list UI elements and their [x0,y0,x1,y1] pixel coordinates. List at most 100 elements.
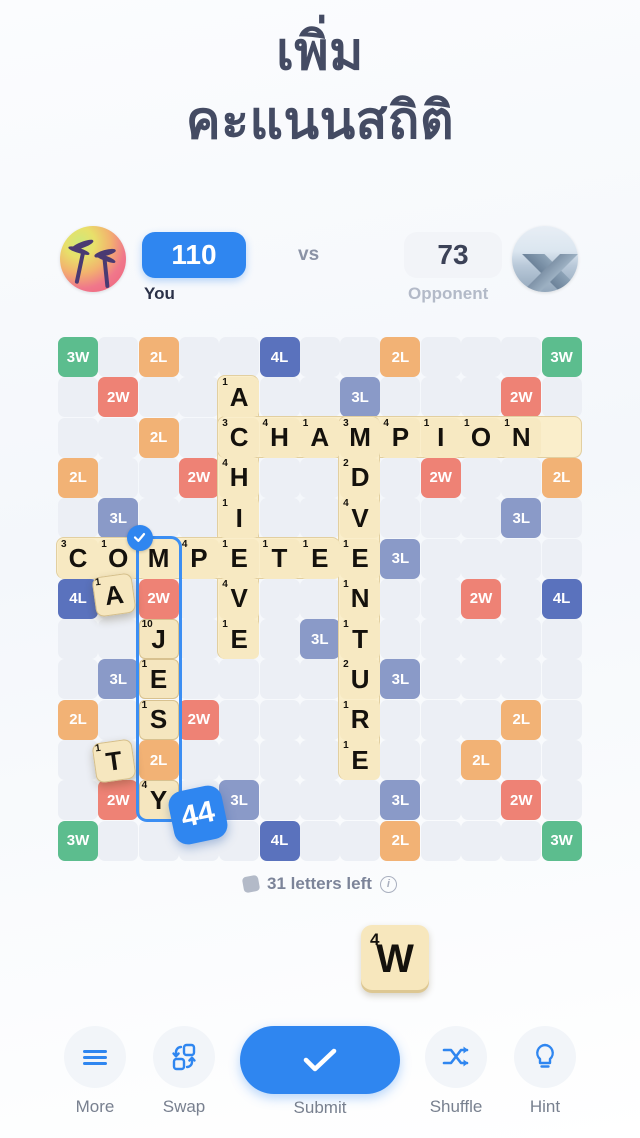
board-tile[interactable]: 1I [420,417,461,458]
bonus-cell-3l[interactable]: 3L [380,780,421,821]
shuffle-button-circle[interactable] [425,1026,487,1088]
board-cell[interactable] [461,780,501,821]
board-cell[interactable] [420,699,461,740]
bonus-cell-2w[interactable]: 2W [178,457,219,498]
board-tile[interactable]: 4P [178,538,219,579]
board-cell[interactable] [178,337,219,377]
bonus-cell-2l[interactable]: 2L [138,337,179,377]
info-icon[interactable]: i [379,875,397,893]
more-button[interactable]: More [56,1026,134,1117]
board-cell[interactable] [541,377,582,418]
board-cell[interactable] [259,619,300,660]
selection-confirm-icon[interactable] [126,524,153,551]
board-cell[interactable] [501,337,542,377]
board-cell[interactable] [501,740,542,780]
board-cell[interactable] [541,780,582,821]
bonus-cell-2l[interactable]: 2L [138,740,179,780]
board-cell[interactable] [541,619,582,660]
board-cell[interactable] [259,699,300,740]
board-cell[interactable] [420,337,461,377]
board-cell[interactable] [380,699,421,740]
board-tile[interactable]: 1A [299,417,340,458]
tile-rack[interactable]: 4W [0,925,640,997]
swap-button-circle[interactable] [153,1026,215,1088]
board-cell[interactable] [340,780,381,821]
board-cell[interactable] [178,417,219,458]
board-cell[interactable] [299,578,340,619]
bonus-cell-3l[interactable]: 3L [340,377,381,418]
board-cell[interactable] [259,740,300,780]
bonus-cell-3w[interactable]: 3W [58,820,98,861]
board-tile[interactable]: 4V [219,578,260,619]
bonus-cell-4l[interactable]: 4L [541,578,582,619]
board-tile[interactable]: 4P [380,417,421,458]
board-cell[interactable] [541,659,582,700]
board-tile[interactable]: 3M [340,417,381,458]
board-cell[interactable] [340,337,381,377]
board-cell[interactable] [58,780,98,821]
board-cell[interactable] [541,538,582,579]
board-cell[interactable] [461,820,501,861]
board-tile[interactable]: 1E [299,538,340,579]
board-cell[interactable] [541,699,582,740]
board-tile[interactable]: 1T [340,619,381,660]
hint-button-circle[interactable] [514,1026,576,1088]
bonus-cell-2w[interactable]: 2W [178,699,219,740]
bonus-cell-4l[interactable]: 4L [259,820,300,861]
board-cell[interactable] [98,337,139,377]
board-cell[interactable] [501,578,542,619]
board-tile[interactable]: 3C [219,417,260,458]
dragged-tile[interactable]: 1A [91,572,137,618]
board-cell[interactable] [219,699,260,740]
board-cell[interactable] [98,820,139,861]
more-button-circle[interactable] [64,1026,126,1088]
board-tile[interactable]: 4H [259,417,300,458]
board-cell[interactable] [380,457,421,498]
board-tile[interactable]: 1R [340,699,381,740]
placed-tile[interactable]: 10 J [138,619,179,660]
bonus-cell-2w[interactable]: 2W [501,377,542,418]
board-cell[interactable] [299,780,340,821]
board-tile[interactable]: 1I [219,498,260,539]
board-cell[interactable] [501,457,542,498]
bonus-cell-3l[interactable]: 3L [299,619,340,660]
submit-button[interactable] [240,1026,400,1094]
board-cell[interactable] [58,498,98,539]
bonus-cell-2w[interactable]: 2W [461,578,501,619]
bonus-cell-3w[interactable]: 3W [541,820,582,861]
board-cell[interactable] [461,457,501,498]
board-cell[interactable] [178,578,219,619]
board-tile[interactable]: 1E [340,538,381,579]
board-cell[interactable] [178,740,219,780]
board-cell[interactable] [420,377,461,418]
board-tile[interactable]: 2U [340,659,381,700]
board-cell[interactable] [420,780,461,821]
board-cell[interactable] [380,578,421,619]
bonus-cell-2w[interactable]: 2W [501,780,542,821]
board-cell[interactable] [138,457,179,498]
board-cell[interactable] [501,619,542,660]
bonus-cell-3w[interactable]: 3W [58,337,98,377]
board-cell[interactable] [98,699,139,740]
board-cell[interactable] [98,619,139,660]
board-tile[interactable]: 1E [219,619,260,660]
board-cell[interactable] [259,578,300,619]
placed-tile[interactable]: 1E [138,659,179,700]
bonus-cell-2w[interactable]: 2W [138,578,179,619]
bonus-cell-3l[interactable]: 3L [380,538,421,579]
bonus-cell-2w[interactable]: 2W [420,457,461,498]
shuffle-button[interactable]: Shuffle [417,1026,495,1117]
board-cell[interactable] [541,498,582,539]
board-cell[interactable] [461,659,501,700]
board-tile[interactable]: 1N [501,417,542,458]
board-cell[interactable] [259,780,300,821]
board-cell[interactable] [461,377,501,418]
board-cell[interactable] [259,498,300,539]
board-cell[interactable] [380,740,421,780]
board-cell[interactable] [98,457,139,498]
board-cell[interactable] [178,377,219,418]
bonus-cell-4l[interactable]: 4L [259,337,300,377]
board-cell[interactable] [420,538,461,579]
board-cell[interactable] [219,337,260,377]
bonus-cell-2w[interactable]: 2W [98,780,139,821]
